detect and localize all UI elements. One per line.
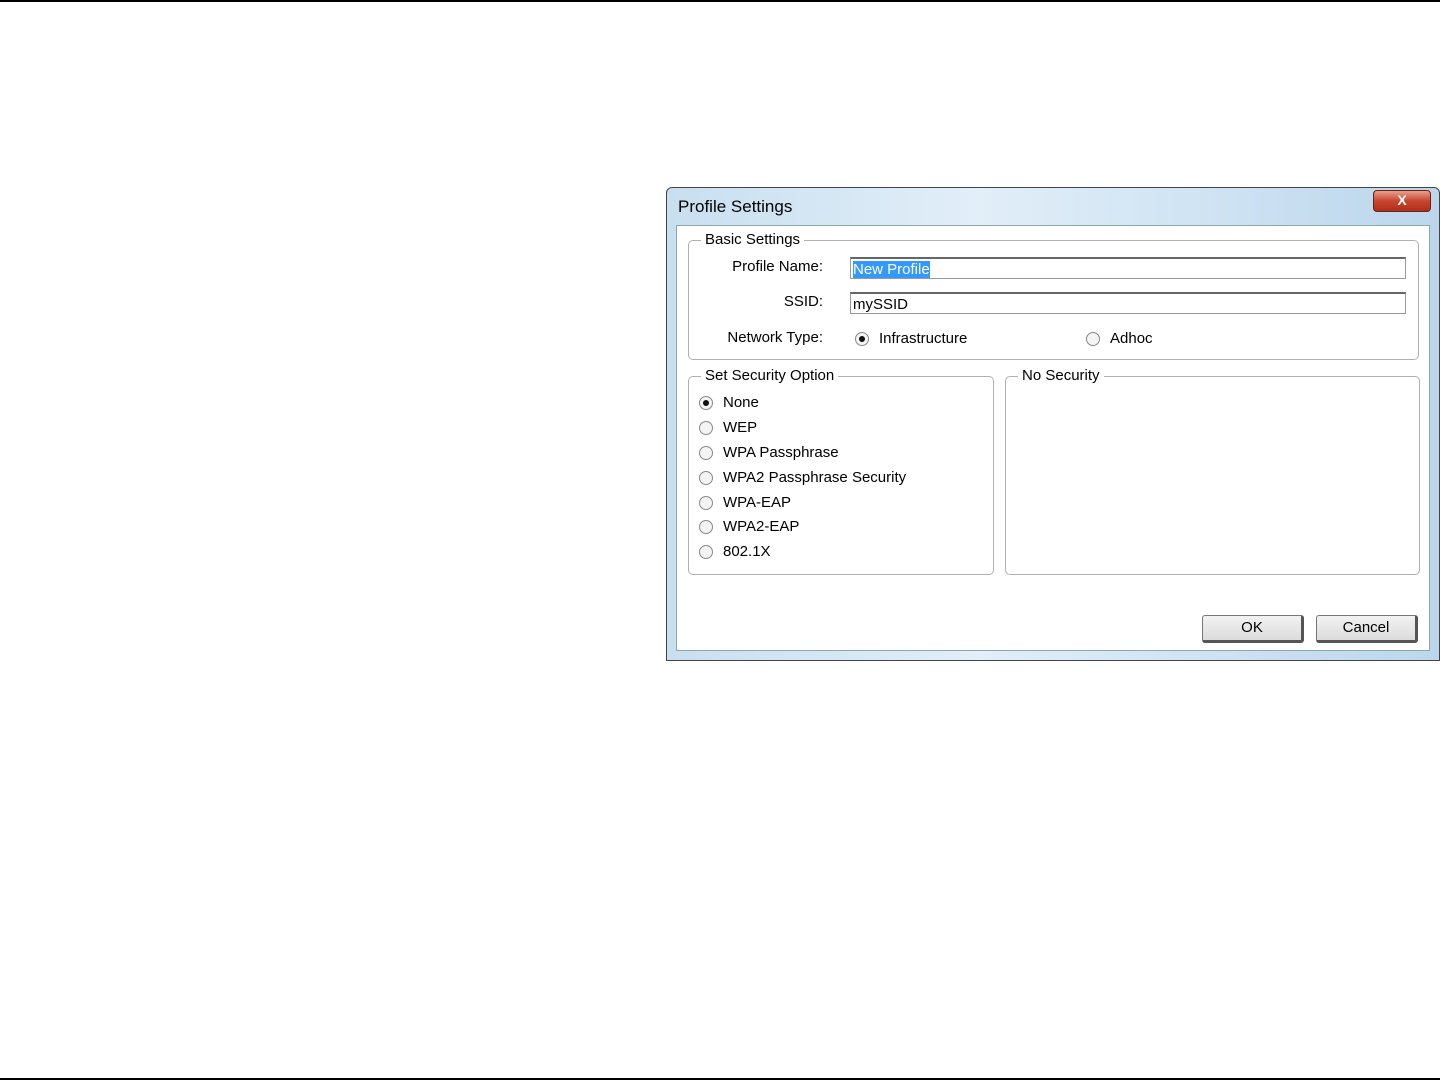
radio-unchecked-icon	[699, 445, 713, 460]
ssid-label: SSID:	[783, 293, 823, 310]
radio-unchecked-icon	[699, 495, 713, 510]
bottom-rule	[0, 1078, 1440, 1080]
radio-unchecked-icon	[699, 544, 713, 559]
radio-checked-icon	[699, 395, 713, 410]
radio-checked-icon	[855, 331, 869, 346]
radio-unchecked-icon	[1086, 331, 1100, 346]
radio-adhoc[interactable]: Adhoc	[1086, 330, 1153, 347]
basic-settings-legend: Basic Settings	[701, 231, 805, 248]
security-option-group: Set Security Option None WEP WPA Passphr…	[688, 367, 994, 575]
dialog-title: Profile Settings	[678, 197, 793, 216]
radio-wep[interactable]: WEP	[699, 419, 757, 436]
cancel-button[interactable]: Cancel	[1316, 615, 1418, 643]
ssid-input[interactable]: mySSID	[850, 292, 1406, 314]
radio-wpa-eap[interactable]: WPA-EAP	[699, 494, 791, 511]
radio-infrastructure[interactable]: Infrastructure	[855, 330, 967, 347]
network-type-label: Network Type:	[727, 329, 823, 346]
radio-unchecked-icon	[699, 470, 713, 485]
profile-name-input[interactable]: New Profile	[850, 257, 1406, 279]
profile-name-label: Profile Name:	[732, 258, 823, 275]
profile-settings-dialog: Profile Settings X Basic Settings Profil…	[666, 187, 1440, 661]
top-rule	[0, 0, 1440, 2]
radio-none[interactable]: None	[699, 394, 759, 411]
basic-settings-group: Basic Settings Profile Name: New Profile…	[688, 231, 1419, 360]
radio-wpa-passphrase[interactable]: WPA Passphrase	[699, 444, 839, 461]
dialog-client: Basic Settings Profile Name: New Profile…	[676, 225, 1430, 651]
radio-8021x[interactable]: 802.1X	[699, 543, 771, 560]
radio-unchecked-icon	[699, 420, 713, 435]
no-security-group: No Security	[1005, 367, 1420, 575]
radio-wpa2-passphrase[interactable]: WPA2 Passphrase Security	[699, 469, 906, 486]
close-button[interactable]: X	[1373, 190, 1431, 212]
security-option-legend: Set Security Option	[701, 367, 839, 384]
no-security-legend: No Security	[1018, 367, 1104, 384]
radio-wpa2-eap[interactable]: WPA2-EAP	[699, 518, 799, 535]
radio-unchecked-icon	[699, 519, 713, 534]
ok-button[interactable]: OK	[1202, 615, 1304, 643]
